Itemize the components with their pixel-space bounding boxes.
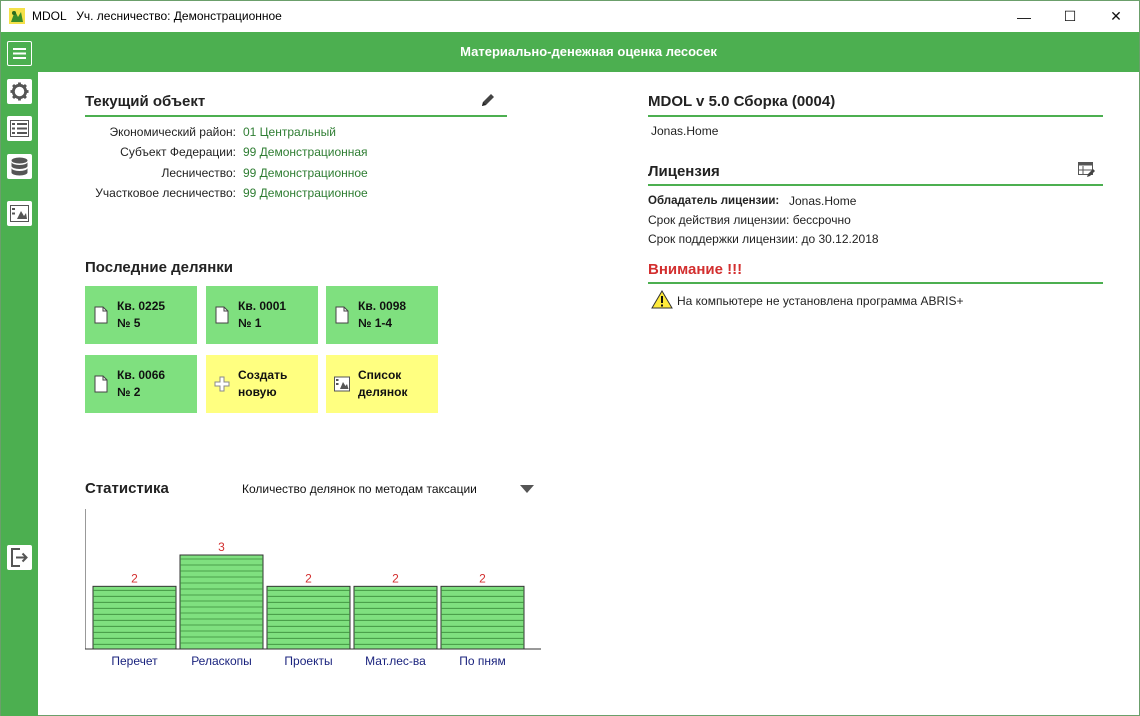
license-edit-icon[interactable] [1078, 162, 1095, 178]
chart-category-label[interactable]: Проекты [284, 654, 332, 668]
minimize-button[interactable]: — [1001, 1, 1047, 32]
plots-list-tile[interactable]: Список делянок [326, 355, 438, 413]
menu-icon [13, 48, 26, 59]
chart-value-label: 2 [392, 571, 399, 585]
sidebar [1, 32, 38, 716]
economic-region-label: Экономический район: [109, 125, 236, 139]
exit-icon [11, 548, 28, 567]
chart-bar [92, 585, 177, 650]
close-icon: ✕ [1110, 8, 1122, 24]
window-title: MDOL Уч. лесничество: Демонстрационное [32, 9, 282, 23]
version-title: MDOL v 5.0 Сборка (0004) [648, 93, 836, 110]
chart-category-label[interactable]: Реласкопы [191, 654, 252, 668]
warning-title: Внимание !!! [648, 261, 743, 278]
chart-value-label: 2 [479, 571, 486, 585]
federal-subject-value[interactable]: 99 Демонстрационная [243, 145, 368, 159]
database-button[interactable] [7, 154, 32, 179]
header-bar: Материально-денежная оценка лесосек [1, 32, 1139, 72]
database-icon [11, 157, 28, 175]
tile-line-2: № 5 [117, 316, 141, 330]
app-logo-icon [9, 8, 25, 24]
title-bar: MDOL Уч. лесничество: Демонстрационное —… [1, 1, 1139, 32]
minimize-icon: — [1017, 8, 1031, 25]
menu-button[interactable] [7, 41, 32, 66]
close-button[interactable]: ✕ [1093, 1, 1139, 32]
tile-line-2: № 1 [238, 316, 262, 330]
document-icon [94, 306, 108, 324]
chart-value-label: 3 [218, 540, 225, 554]
forestry-label: Лесничество: [161, 166, 236, 180]
tile-line-1: Кв. 0225 [117, 299, 166, 313]
list-icon [10, 120, 29, 137]
edit-pencil-icon[interactable] [480, 92, 496, 108]
recent-plots-title: Последние делянки [85, 259, 234, 276]
license-validity: Срок действия лицензии: бессрочно [648, 213, 851, 227]
warning-icon [651, 290, 673, 309]
chart-category-label[interactable]: По пням [459, 654, 506, 668]
plots-list-button[interactable] [7, 201, 32, 226]
tile-line-2: № 2 [117, 385, 141, 399]
settings-button[interactable] [7, 79, 32, 104]
federal-subject-label: Субъект Федерации: [120, 145, 236, 159]
image-list-icon [334, 376, 350, 392]
recent-plot-tile[interactable]: Кв. 0225 № 5 [85, 286, 197, 344]
maximize-button[interactable]: ☐ [1047, 1, 1093, 32]
tile-line-1: Список [358, 368, 402, 382]
chart-category-label[interactable]: Мат.лес-ва [365, 654, 426, 668]
plus-icon [214, 376, 230, 392]
app-window: MDOL Уч. лесничество: Демонстрационное —… [0, 0, 1140, 716]
chart-bar [179, 554, 264, 650]
maximize-icon: ☐ [1063, 8, 1077, 24]
chart-value-label: 2 [131, 571, 138, 585]
machine-name: Jonas.Home [651, 124, 719, 138]
license-divider [648, 184, 1103, 186]
tile-line-2: новую [238, 385, 277, 399]
recent-plot-tile[interactable]: Кв. 0098 № 1-4 [326, 286, 438, 344]
document-icon [335, 306, 349, 324]
statistics-selector[interactable]: Количество делянок по методам таксации [242, 482, 534, 498]
chart-bar [353, 585, 438, 650]
forestry-value[interactable]: 99 Демонстрационное [243, 166, 368, 180]
statistics-chart: 2 Перечет 3 Реласкопы 2 Проекты 2 Мат.лес-ва 2 По… [85, 509, 541, 668]
tile-line-2: № 1-4 [358, 316, 393, 330]
recent-plot-tile[interactable]: Кв. 0066 № 2 [85, 355, 197, 413]
current-object-divider [85, 115, 507, 117]
statistics-title: Статистика [85, 480, 169, 497]
list-button[interactable] [7, 116, 32, 141]
tile-line-1: Создать [238, 368, 288, 382]
gear-icon [10, 82, 29, 101]
tile-line-1: Кв. 0098 [358, 299, 407, 313]
page-title: Материально-денежная оценка лесосек [460, 44, 717, 59]
image-list-icon [10, 205, 29, 222]
license-owner-label: Обладатель лицензии: [648, 195, 780, 207]
license-owner-value: Jonas.Home [789, 194, 857, 208]
chart-bar [266, 585, 351, 650]
economic-region-value[interactable]: 01 Центральный [243, 125, 336, 139]
app-name: MDOL [32, 9, 67, 23]
version-divider [648, 115, 1103, 117]
statistics-selector-value: Количество делянок по методам таксации [242, 482, 477, 496]
chart-bar [440, 585, 525, 650]
window-subtitle: Уч. лесничество: Демонстрационное [76, 9, 282, 23]
document-icon [215, 306, 229, 324]
recent-plot-tile[interactable]: Кв. 0001 № 1 [206, 286, 318, 344]
district-forestry-value[interactable]: 99 Демонстрационное [243, 186, 368, 200]
warning-message: На компьютере не установлена программа A… [677, 294, 964, 308]
exit-button[interactable] [7, 545, 32, 570]
district-forestry-label: Участковое лесничество: [95, 186, 236, 200]
chart-value-label: 2 [305, 571, 312, 585]
tile-line-2: делянок [358, 385, 408, 399]
document-icon [94, 375, 108, 393]
create-plot-tile[interactable]: Создать новую [206, 355, 318, 413]
tile-line-1: Кв. 0066 [117, 368, 166, 382]
warning-divider [648, 282, 1103, 284]
license-support: Срок поддержки лицензии: до 30.12.2018 [648, 232, 879, 246]
chart-category-label[interactable]: Перечет [111, 654, 158, 668]
tile-line-1: Кв. 0001 [238, 299, 287, 313]
license-title: Лицензия [648, 163, 720, 180]
chevron-down-icon [520, 485, 534, 493]
current-object-title: Текущий объект [85, 93, 206, 110]
